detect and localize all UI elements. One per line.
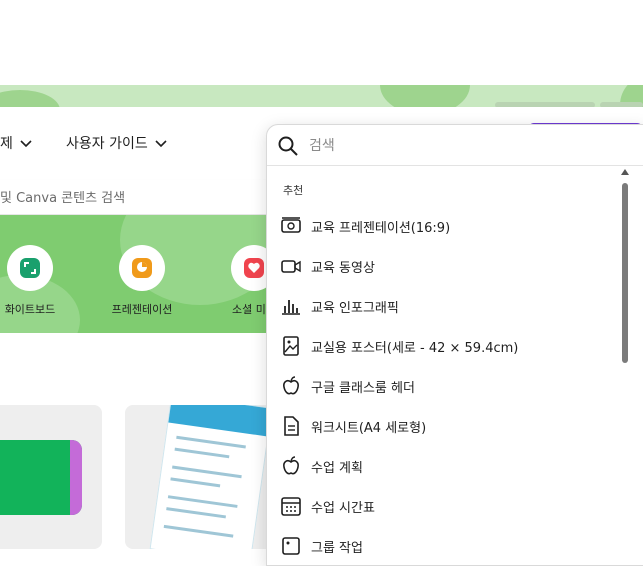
category-label: 프레젠테이션 (111, 303, 173, 316)
document-icon (279, 414, 303, 438)
category-presentation[interactable]: 프레젠테이션 (102, 245, 182, 317)
suggestion-label: 교실용 포스터(세로 - 42 × 59.4cm) (311, 340, 519, 356)
suggestion-label: 그룹 작업 (311, 540, 363, 556)
image-icon (279, 534, 303, 558)
suggestion-label: 교육 프레젠테이션(16:9) (311, 220, 451, 236)
section-label: 추천 (283, 184, 304, 197)
calendar-icon (279, 494, 303, 518)
dropdown-search-box[interactable] (267, 125, 643, 166)
template-card[interactable] (0, 405, 102, 549)
poster-icon (279, 334, 303, 358)
chevron-down-icon (155, 140, 167, 148)
suggestion-item[interactable]: 교육 인포그래픽 (267, 286, 617, 326)
suggestion-item[interactable]: 워크시트(A4 세로형) (267, 406, 617, 446)
video-icon (279, 254, 303, 278)
scroll-up-icon[interactable] (621, 169, 629, 175)
suggestion-item[interactable]: 교육 동영상 (267, 246, 617, 286)
nav-item-label: 사용자 가이드 (66, 136, 148, 152)
top-bar (0, 0, 643, 85)
template-card[interactable] (125, 405, 275, 549)
presentation-icon (279, 214, 303, 238)
suggestion-item[interactable]: 교실용 포스터(세로 - 42 × 59.4cm) (267, 326, 617, 366)
suggestion-item[interactable]: 구글 클래스룸 헤더 (267, 366, 617, 406)
nav-item-label: 제 (0, 136, 13, 152)
search-dropdown: 추천 교육 프레젠테이션(16:9) 교육 동영상 교육 인포그래픽 교실용 포… (266, 124, 643, 566)
suggestion-item[interactable]: 그룹 작업 (267, 526, 617, 565)
search-input[interactable] (307, 133, 631, 159)
chevron-down-icon (20, 140, 32, 148)
suggestion-item[interactable]: 교육 프레젠테이션(16:9) (267, 206, 617, 246)
scrollbar-thumb[interactable] (622, 183, 628, 363)
apple-icon (279, 454, 303, 478)
suggestion-label: 수업 시간표 (311, 500, 375, 516)
apple-icon (279, 374, 303, 398)
category-whiteboard[interactable]: 화이트보드 (0, 245, 70, 317)
nav-item-user-guide[interactable]: 사용자 가이드 (66, 133, 168, 153)
suggestion-item[interactable]: 수업 시간표 (267, 486, 617, 526)
category-label: 화이트보드 (4, 303, 56, 316)
suggestion-item[interactable]: 수업 계획 (267, 446, 617, 486)
poster-thumbnail (149, 405, 273, 549)
suggestion-label: 워크시트(A4 세로형) (311, 420, 427, 436)
content-search-placeholder: 및 Canva 콘텐츠 검색 (0, 191, 126, 206)
nav-item-theme[interactable]: 제 (0, 133, 33, 153)
presentation-icon (119, 245, 165, 291)
whiteboard-icon (7, 245, 53, 291)
search-icon (278, 136, 298, 156)
suggestion-label: 수업 계획 (311, 460, 363, 476)
content-search-bar[interactable]: 및 Canva 콘텐츠 검색 (0, 180, 300, 215)
suggestion-label: 교육 동영상 (311, 260, 375, 276)
bar-chart-icon (279, 294, 303, 318)
suggestion-label: 교육 인포그래픽 (311, 300, 399, 316)
suggestion-label: 구글 클래스룸 헤더 (311, 380, 415, 396)
